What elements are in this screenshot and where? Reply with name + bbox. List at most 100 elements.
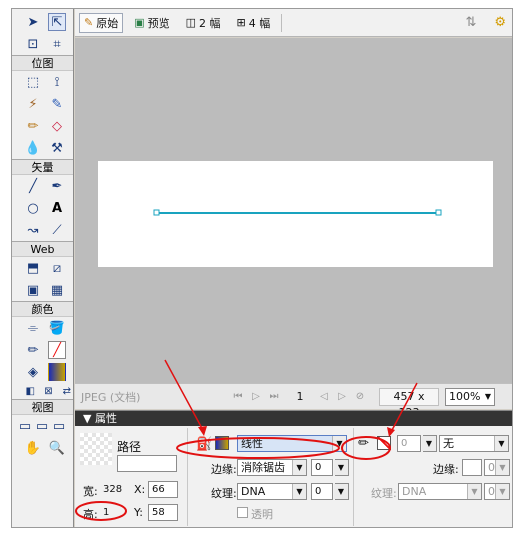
y-field[interactable]: 58 bbox=[148, 504, 178, 521]
x-field[interactable]: 66 bbox=[148, 481, 178, 498]
paint-bucket-icon[interactable]: 🪣 bbox=[48, 319, 66, 337]
rubber-stamp-icon[interactable]: ⚒ bbox=[48, 139, 66, 157]
prev-frame-icon[interactable]: ◁ bbox=[315, 391, 333, 402]
pen-tool-icon[interactable]: ✒ bbox=[48, 177, 66, 195]
fill-color-icon[interactable]: ◈ bbox=[24, 363, 42, 381]
stroke-size-field[interactable]: 0 bbox=[397, 435, 421, 452]
scale-tool-icon[interactable]: ⊡ bbox=[24, 35, 42, 53]
text-tool-icon[interactable]: A bbox=[48, 199, 66, 217]
stroke-texture-amount: 0 bbox=[488, 485, 495, 498]
fill-edge-amount[interactable]: 0 bbox=[311, 459, 333, 476]
zoom-tool-icon[interactable]: 🔍 bbox=[48, 439, 66, 457]
stroke-texture-select[interactable]: DNA ▼ bbox=[398, 483, 482, 500]
fill-gradient-swatch-icon[interactable] bbox=[48, 363, 66, 381]
stroke-edge-label: 边缘: bbox=[433, 463, 459, 476]
tab-original-label: 原始 bbox=[96, 16, 119, 30]
stroke-none-swatch-icon[interactable]: ╱ bbox=[48, 341, 66, 359]
x-label: X: bbox=[134, 483, 146, 496]
knife-tool-icon[interactable]: ⟋ bbox=[48, 221, 66, 239]
tab-2-up[interactable]: ◫ 2 幅 bbox=[181, 13, 226, 33]
canvas-drawing bbox=[153, 209, 442, 216]
properties-panel: ▼ 属性 路径 宽: 328 X: 66 高: 1 Y: 58 ⛽ 线性 ▼ 边缘… bbox=[75, 410, 512, 527]
ellipse-tool-icon[interactable]: ○ bbox=[24, 199, 42, 217]
fill-edge-select[interactable]: 消除锯齿 ▼ bbox=[237, 459, 307, 476]
play-icon[interactable]: ▷ bbox=[247, 391, 265, 402]
section-divider bbox=[187, 428, 188, 526]
object-name-field[interactable] bbox=[117, 455, 177, 472]
full-screen-menu-mode-icon[interactable]: ▭ bbox=[35, 417, 49, 435]
next-frame-icon[interactable]: ▷ bbox=[333, 391, 351, 402]
standard-screen-mode-icon[interactable]: ▭ bbox=[18, 417, 32, 435]
tab-preview[interactable]: ▣ 预览 bbox=[129, 13, 174, 33]
fill-type-value: 线性 bbox=[241, 437, 263, 450]
stop-icon[interactable]: ⊘ bbox=[351, 391, 369, 402]
chevron-down-icon: ▼ bbox=[334, 484, 348, 499]
properties-title: 属性 bbox=[94, 412, 117, 425]
crop-tool-icon[interactable]: ⌗ bbox=[48, 35, 66, 53]
fill-texture-amount-dropdown[interactable]: ▼ bbox=[334, 483, 349, 500]
pencil-tool-icon[interactable]: ✏ bbox=[24, 117, 42, 135]
last-frame-icon[interactable]: ⏭ bbox=[265, 391, 283, 402]
tab-4-up[interactable]: ⊞ 4 幅 bbox=[232, 13, 276, 33]
no-stroke-fill-icon[interactable]: ⊠ bbox=[42, 382, 54, 400]
fill-texture-select[interactable]: DNA ▼ bbox=[237, 483, 307, 500]
canvas-size-field[interactable]: 457 x 123 bbox=[379, 387, 439, 419]
document-canvas[interactable] bbox=[98, 161, 493, 267]
stroke-texture-amount-select[interactable]: 0 ▼ bbox=[484, 483, 510, 500]
show-slices-icon[interactable]: ▦ bbox=[48, 281, 66, 299]
blur-tool-icon[interactable]: 💧 bbox=[24, 139, 42, 157]
width-label: 宽: bbox=[83, 485, 98, 498]
stroke-pencil-icon[interactable]: ✏ bbox=[358, 436, 369, 451]
chevron-down-icon: ▼ bbox=[422, 436, 436, 451]
tab-original[interactable]: ✎ 原始 bbox=[79, 12, 124, 33]
lasso-tool-icon[interactable]: ⟟ bbox=[48, 73, 66, 91]
stroke-size-dropdown[interactable]: ▼ bbox=[422, 435, 437, 452]
zoom-select[interactable]: 100% ▼ bbox=[445, 387, 495, 406]
fill-texture-amount[interactable]: 0 bbox=[311, 483, 333, 500]
brush-tool-icon[interactable]: ✎ bbox=[48, 95, 66, 113]
stroke-color-icon[interactable]: ✏ bbox=[24, 341, 42, 359]
fill-bucket-icon[interactable]: ⛽ bbox=[196, 437, 212, 452]
hand-tool-icon[interactable]: ✋ bbox=[24, 439, 42, 457]
marquee-tool-icon[interactable]: ⬚ bbox=[24, 73, 42, 91]
properties-header[interactable]: ▼ 属性 bbox=[75, 411, 512, 426]
stroke-type-value: 无 bbox=[443, 437, 454, 450]
subselect-tool-icon[interactable]: ⇱ bbox=[48, 13, 66, 31]
page-number: 1 bbox=[296, 390, 304, 403]
hotspot-tool-icon[interactable]: ⬒ bbox=[24, 259, 42, 277]
freeform-tool-icon[interactable]: ↝ bbox=[24, 221, 42, 239]
stroke-edge-select[interactable]: 0 ▼ bbox=[484, 459, 510, 476]
pointer-tool-icon[interactable]: ➤ bbox=[24, 13, 42, 31]
fill-gradient-swatch-icon[interactable] bbox=[215, 436, 229, 450]
object-type-label: 路径 bbox=[117, 440, 142, 454]
width-field[interactable]: 328 bbox=[99, 481, 129, 498]
stroke-edge-field[interactable] bbox=[462, 459, 482, 476]
height-field[interactable]: 1 bbox=[99, 504, 129, 521]
eraser-tool-icon[interactable]: ◇ bbox=[48, 117, 66, 135]
hide-slices-icon[interactable]: ▣ bbox=[24, 281, 42, 299]
fill-type-select[interactable]: 线性 ▼ bbox=[237, 435, 347, 452]
fill-texture-label: 纹理: bbox=[211, 487, 237, 500]
line-tool-icon[interactable]: ╱ bbox=[24, 177, 42, 195]
chevron-down-icon: ▼ bbox=[467, 484, 481, 499]
slice-tool-icon[interactable]: ⧄ bbox=[48, 259, 66, 277]
magic-wand-icon[interactable]: ⚡ bbox=[24, 95, 42, 113]
path-point-end bbox=[435, 209, 442, 216]
full-screen-mode-icon[interactable]: ▭ bbox=[52, 417, 66, 435]
fill-edge-label: 边缘: bbox=[211, 463, 237, 476]
fill-edge-amount-dropdown[interactable]: ▼ bbox=[334, 459, 349, 476]
default-colors-icon[interactable]: ◧ bbox=[24, 382, 36, 400]
preview-icon: ▣ bbox=[134, 16, 145, 29]
section-title-colors: 颜色 bbox=[12, 301, 73, 317]
first-frame-icon[interactable]: ⏮ bbox=[229, 391, 247, 402]
quick-export-icon[interactable]: ⇅ bbox=[465, 15, 476, 30]
zoom-value: 100% bbox=[449, 389, 481, 403]
page-options-icon[interactable]: ⚙ bbox=[494, 15, 506, 30]
swap-colors-icon[interactable]: ⇄ bbox=[61, 382, 73, 400]
chevron-down-icon: ▼ bbox=[334, 460, 348, 475]
stroke-none-swatch-icon[interactable] bbox=[377, 436, 391, 450]
stroke-type-select[interactable]: 无 ▼ bbox=[439, 435, 509, 452]
chevron-down-icon: ▼ bbox=[292, 484, 306, 499]
eyedropper-tool-icon[interactable]: ⌯ bbox=[24, 319, 42, 337]
transparent-checkbox[interactable] bbox=[237, 507, 248, 518]
